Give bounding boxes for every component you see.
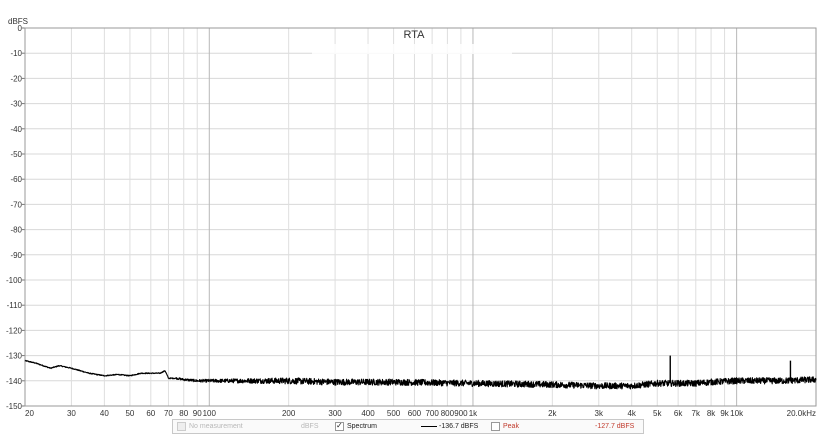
x-tick-label: 10k (730, 409, 744, 418)
y-tick-label: -100 (6, 276, 23, 285)
grid-lines (22, 27, 817, 407)
x-tick-label: 2k (548, 409, 557, 418)
x-tick-label: 4k (627, 409, 636, 418)
y-tick-label: -80 (10, 226, 22, 235)
x-tick-label: 600 (408, 409, 422, 418)
y-tick-label: -150 (6, 402, 23, 411)
x-tick-label: 8k (707, 409, 716, 418)
x-tick-label: 300 (328, 409, 342, 418)
y-tick-label: -90 (10, 251, 22, 260)
spectrum-value: -136.7 dBFS (439, 423, 479, 430)
y-tick-label: -30 (10, 100, 22, 109)
y-tick-label: -60 (10, 175, 22, 184)
series-layer (24, 355, 817, 390)
no-measurement-label: No measurement (189, 423, 243, 430)
x-tick-label: 9k (720, 409, 729, 418)
y-tick-label: -130 (6, 352, 23, 361)
x-tick-label: 30 (67, 409, 76, 418)
x-tick-label: 900 (454, 409, 468, 418)
unit-label: dBFS (301, 423, 319, 430)
y-tick-label: -10 (10, 49, 22, 58)
spectrum-line-swatch (421, 426, 437, 427)
x-tick-label: 200 (282, 409, 296, 418)
x-tick-label: 5k (653, 409, 662, 418)
x-tick-label: 80 (179, 409, 188, 418)
x-tick-label: 90 (193, 409, 202, 418)
y-tick-label: -110 (7, 301, 23, 310)
y-tick-label: -120 (6, 326, 23, 335)
x-tick-labels: 20 30 40 50 60 70 80 90 100 200 300 400 500 600 700 800… (25, 409, 816, 418)
x-tick-label: 1k (469, 409, 478, 418)
x-tick-label: 20.0kHz (787, 409, 816, 418)
x-tick-label: 7k (692, 409, 701, 418)
peak-label: Peak (503, 423, 519, 430)
x-tick-label: 6k (674, 409, 683, 418)
legend-bar: No measurement dBFS Spectrum -136.7 dBFS… (172, 419, 644, 434)
plot-area-frame (24, 27, 817, 407)
x-tick-label: 3k (595, 409, 604, 418)
x-tick-label: 60 (146, 409, 155, 418)
peak-checkbox[interactable] (491, 422, 500, 431)
spectrum-series-line (24, 359, 817, 390)
x-tick-label: 40 (100, 409, 109, 418)
x-tick-label: 400 (361, 409, 375, 418)
spectrum-label: Spectrum (347, 423, 377, 430)
peak-value: -127.7 dBFS (595, 423, 635, 430)
y-tick-labels: 0 -10 -20 -30 -40 -50 -60 -70 -80 -90 -100 -110 -120… (6, 24, 23, 411)
x-tick-label: 800 (441, 409, 455, 418)
x-tick-label: 700 (425, 409, 439, 418)
rta-chart: RTA dBFS 0-10-20-30-40-50-60-70-80-90-10… (6, 17, 817, 418)
y-tick-label: -20 (10, 74, 22, 83)
y-tick-label: 0 (18, 24, 23, 33)
chart-title: RTA (404, 29, 426, 41)
spectrum-checkbox[interactable] (335, 421, 344, 431)
x-tick-label: 70 (164, 409, 173, 418)
y-tick-label: -40 (10, 125, 22, 134)
y-tick-label: -70 (10, 200, 22, 209)
x-tick-label: 500 (387, 409, 401, 418)
x-tick-label: 100 (203, 409, 217, 418)
title-smudge (312, 44, 512, 54)
no-measurement-checkbox[interactable] (177, 422, 186, 431)
x-tick-label: 20 (25, 409, 34, 418)
x-tick-label: 50 (125, 409, 134, 418)
y-tick-label: -50 (10, 150, 22, 159)
y-tick-label: -140 (6, 377, 23, 386)
